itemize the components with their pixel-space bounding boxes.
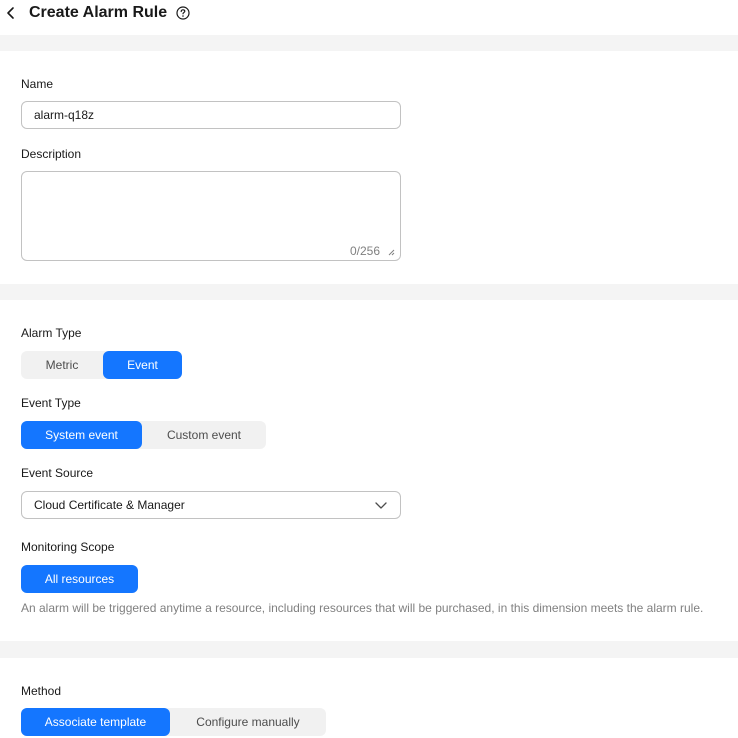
name-label: Name (21, 77, 54, 91)
event-source-select[interactable]: Cloud Certificate & Manager (21, 491, 401, 519)
description-textarea[interactable]: 0/256 (21, 171, 401, 261)
basic-info-card: Name Description 0/256 (0, 51, 738, 284)
method-card: Method Associate template Configure manu… (0, 658, 738, 738)
chevron-left-icon[interactable] (4, 4, 18, 22)
description-counter: 0/256 (349, 244, 380, 258)
event-type-label: Event Type (21, 396, 81, 410)
alarm-type-selector: Metric Event (21, 351, 182, 379)
all-resources-button[interactable]: All resources (21, 565, 138, 593)
question-circle-icon[interactable] (176, 6, 190, 20)
monitoring-scope-label: Monitoring Scope (21, 540, 115, 554)
chevron-down-icon (375, 502, 387, 509)
method-label: Method (21, 684, 62, 698)
event-source-value: Cloud Certificate & Manager (34, 498, 185, 512)
event-type-selector: System event Custom event (21, 421, 266, 449)
alarm-type-event[interactable]: Event (103, 351, 182, 379)
page-title: Create Alarm Rule (29, 4, 168, 21)
event-type-custom[interactable]: Custom event (142, 421, 266, 449)
alarm-type-metric[interactable]: Metric (21, 351, 103, 379)
name-input[interactable] (21, 101, 401, 129)
page-header: Create Alarm Rule (0, 0, 738, 35)
alarm-config-card: Alarm Type Metric Event Event Type Syste… (0, 300, 738, 641)
event-type-system[interactable]: System event (21, 421, 142, 449)
description-label: Description (21, 147, 82, 161)
event-source-label: Event Source (21, 466, 94, 480)
method-configure-manually[interactable]: Configure manually (170, 708, 326, 736)
resize-handle-icon[interactable] (387, 248, 395, 256)
method-associate-template[interactable]: Associate template (21, 708, 170, 736)
monitoring-scope-hint: An alarm will be triggered anytime a res… (21, 601, 704, 615)
method-selector: Associate template Configure manually (21, 708, 326, 736)
alarm-type-label: Alarm Type (21, 326, 82, 340)
